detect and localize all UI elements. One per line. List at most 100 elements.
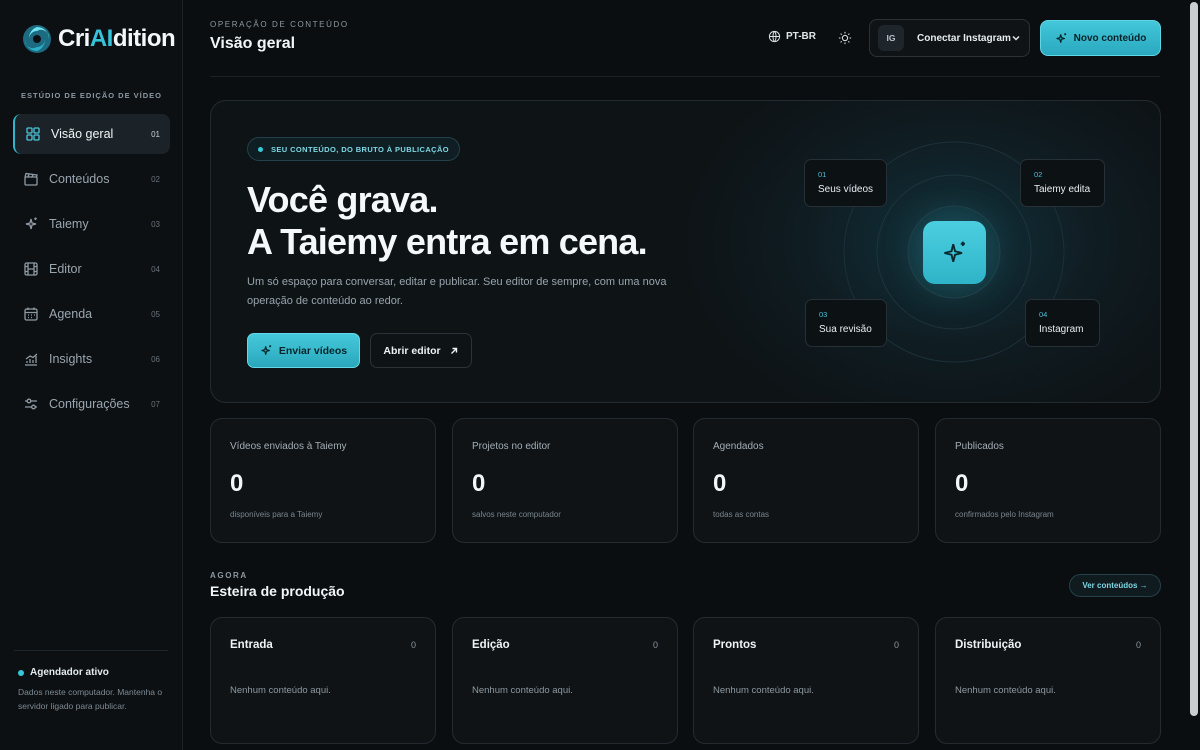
lane-empty-message: Nenhum conteúdo aqui.: [230, 685, 331, 696]
sidebar-item-taiemy[interactable]: Taiemy 03: [13, 204, 170, 244]
stat-card: Projetos no editor 0 salvos neste comput…: [452, 418, 678, 543]
brand-name: CriAIdition: [58, 25, 176, 52]
section-title: Esteira de produção: [210, 583, 345, 599]
open-editor-button[interactable]: Abrir editor: [370, 333, 472, 368]
hero-headline-line-2: A Taiemy entra em cena.: [247, 221, 648, 262]
hero-tagline-pill: SEU CONTEÚDO, DO BRUTO À PUBLICAÇÃO: [247, 137, 461, 161]
connect-instagram-dropdown[interactable]: IG Conectar Instagram: [869, 19, 1030, 57]
language-switch[interactable]: PT-BR: [768, 30, 816, 43]
step-label: Seus vídeos: [818, 184, 874, 195]
stat-subtext: confirmados pelo Instagram: [955, 510, 1054, 519]
scheduler-status: Agendador ativo Dados neste computador. …: [18, 667, 168, 713]
stat-card: Vídeos enviados à Taiemy 0 disponíveis p…: [210, 418, 436, 543]
grid-icon: [25, 126, 41, 142]
chart-icon: [23, 351, 39, 367]
lane-title: Prontos: [713, 639, 757, 651]
taiemy-core-tile: [923, 221, 986, 284]
pipeline-lane-entrada: Entrada 0 Nenhum conteúdo aqui.: [210, 617, 436, 744]
sidebar-nav: Visão geral 01 Conteúdos 02 Taiemy 03 Ed…: [13, 114, 170, 429]
sidebar-item-visao-geral[interactable]: Visão geral 01: [13, 114, 170, 154]
header-eyebrow: OPERAÇÃO DE CONTEÚDO: [210, 20, 349, 29]
sparkles-icon: [261, 345, 271, 355]
arrow-up-right-icon: [450, 347, 457, 354]
step-label: Instagram: [1039, 324, 1084, 335]
header-divider: [210, 76, 1160, 77]
stat-subtext: todas as contas: [713, 510, 770, 519]
sidebar-item-configuracoes[interactable]: Configurações 07: [13, 384, 170, 424]
pill-dot-icon: [258, 146, 263, 152]
workflow-step: 03 Sua revisão: [805, 299, 887, 347]
section-eyebrow: AGORA: [210, 571, 248, 580]
stat-label: Vídeos enviados à Taiemy: [230, 441, 347, 452]
stat-label: Agendados: [713, 441, 764, 452]
sidebar-item-label: Conteúdos: [49, 172, 110, 186]
workflow-step: 01 Seus vídeos: [804, 159, 887, 207]
stat-card: Publicados 0 confirmados pelo Instagram: [935, 418, 1161, 543]
lane-title: Distribuição: [955, 639, 1022, 651]
sun-icon[interactable]: [838, 31, 852, 45]
stat-subtext: disponíveis para a Taiemy: [230, 510, 323, 519]
stat-value: 0: [230, 470, 244, 497]
stat-value: 0: [955, 470, 969, 497]
lane-count: 0: [652, 640, 658, 650]
sidebar-item-label: Taiemy: [49, 217, 89, 231]
stat-label: Projetos no editor: [472, 441, 551, 452]
calendar-icon: [23, 306, 39, 322]
sidebar-item-agenda[interactable]: Agenda 05: [13, 294, 170, 334]
sidebar-item-editor[interactable]: Editor 04: [13, 249, 170, 289]
sidebar-item-insights[interactable]: Insights 06: [13, 339, 170, 379]
lane-title: Edição: [472, 639, 510, 651]
status-dot-icon: [18, 669, 24, 676]
sliders-icon: [23, 396, 39, 412]
stat-card: Agendados 0 todas as contas: [693, 418, 919, 543]
lane-title: Entrada: [230, 639, 273, 651]
clapperboard-icon: [23, 171, 39, 187]
pipeline-lane-edicao: Edição 0 Nenhum conteúdo aqui.: [452, 617, 678, 744]
step-number: 03: [819, 310, 828, 319]
stat-label: Publicados: [955, 441, 1004, 452]
hero-panel: SEU CONTEÚDO, DO BRUTO À PUBLICAÇÃO Você…: [210, 100, 1161, 403]
scheduler-title: Agendador ativo: [30, 667, 109, 678]
sparkles-icon: [943, 241, 965, 262]
step-number: 01: [818, 170, 827, 179]
swirl-logo-icon: [23, 25, 51, 53]
lane-count: 0: [1135, 640, 1141, 650]
scrollbar-thumb[interactable]: [1190, 2, 1198, 716]
stat-value: 0: [713, 470, 727, 497]
pipeline-lane-prontos: Prontos 0 Nenhum conteúdo aqui.: [693, 617, 919, 744]
pipeline-lane-distribuicao: Distribuição 0 Nenhum conteúdo aqui.: [935, 617, 1161, 744]
lane-empty-message: Nenhum conteúdo aqui.: [472, 685, 573, 696]
sidebar-item-conteudos[interactable]: Conteúdos 02: [13, 159, 170, 199]
globe-icon: [768, 30, 781, 43]
sidebar-item-label: Insights: [49, 352, 93, 366]
send-videos-label: Enviar vídeos: [278, 344, 348, 357]
instagram-badge: IG: [878, 25, 904, 51]
workflow-step: 04 Instagram: [1025, 299, 1100, 347]
sidebar-item-number: 01: [151, 129, 160, 139]
step-number: 04: [1039, 310, 1048, 319]
sidebar-item-label: Agenda: [49, 307, 93, 321]
sidebar-item-label: Visão geral: [51, 127, 114, 141]
chevron-down-icon: [1012, 35, 1020, 41]
sparkles-icon: [23, 216, 39, 232]
sidebar: CriAIdition ESTÚDIO DE EDIÇÃO DE VÍDEO V…: [0, 0, 183, 750]
page-title: Visão geral: [210, 35, 296, 52]
new-content-button[interactable]: Novo conteúdo: [1040, 20, 1161, 56]
workflow-step: 02 Taiemy edita: [1020, 159, 1105, 207]
brand-logo[interactable]: CriAIdition: [22, 24, 176, 54]
lane-count: 0: [410, 640, 416, 650]
hero-headline-line-1: Você grava.: [247, 179, 438, 220]
sidebar-item-number: 04: [151, 264, 160, 274]
view-contents-button[interactable]: Ver conteúdos →: [1069, 574, 1161, 597]
send-videos-button[interactable]: Enviar vídeos: [247, 333, 360, 368]
step-number: 02: [1034, 170, 1043, 179]
hero-tagline: SEU CONTEÚDO, DO BRUTO À PUBLICAÇÃO: [271, 144, 450, 154]
lane-empty-message: Nenhum conteúdo aqui.: [955, 685, 1056, 696]
step-label: Taiemy edita: [1034, 184, 1091, 195]
sidebar-item-label: Editor: [49, 262, 82, 276]
stat-subtext: salvos neste computador: [472, 510, 561, 519]
lane-empty-message: Nenhum conteúdo aqui.: [713, 685, 814, 696]
sidebar-item-number: 07: [151, 399, 160, 409]
connect-instagram-label: Conectar Instagram: [917, 32, 1011, 44]
sidebar-item-number: 02: [151, 174, 160, 184]
